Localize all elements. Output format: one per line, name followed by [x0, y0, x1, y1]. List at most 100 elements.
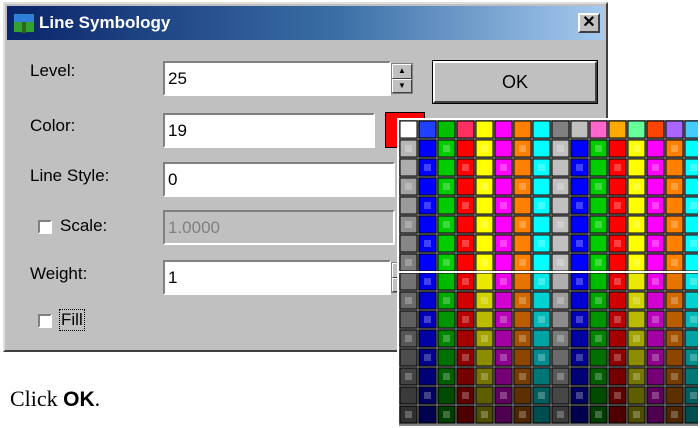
palette-cell[interactable] [608, 215, 627, 234]
palette-cell[interactable] [684, 367, 698, 386]
palette-cell[interactable] [627, 234, 646, 253]
palette-cell[interactable] [570, 215, 589, 234]
palette-cell[interactable] [684, 291, 698, 310]
palette-cell[interactable] [532, 215, 551, 234]
palette-cell[interactable] [608, 367, 627, 386]
palette-cell[interactable] [608, 253, 627, 272]
palette-cell[interactable] [627, 158, 646, 177]
palette-cell[interactable] [418, 215, 437, 234]
palette-cell[interactable] [399, 386, 418, 405]
palette-cell[interactable] [418, 139, 437, 158]
palette-cell[interactable] [589, 386, 608, 405]
palette-cell[interactable] [646, 329, 665, 348]
palette-cell[interactable] [456, 329, 475, 348]
palette-cell[interactable] [513, 120, 532, 139]
palette-cell[interactable] [475, 120, 494, 139]
palette-cell[interactable] [532, 139, 551, 158]
palette-cell[interactable] [475, 272, 494, 291]
palette-cell[interactable] [570, 291, 589, 310]
palette-cell[interactable] [589, 158, 608, 177]
palette-cell[interactable] [684, 120, 698, 139]
palette-cell[interactable] [475, 386, 494, 405]
palette-cell[interactable] [608, 139, 627, 158]
palette-cell[interactable] [437, 348, 456, 367]
palette-cell[interactable] [494, 291, 513, 310]
palette-cell[interactable] [494, 120, 513, 139]
palette-cell[interactable] [551, 348, 570, 367]
palette-cell[interactable] [608, 291, 627, 310]
line-style-select[interactable]: 0 [163, 162, 395, 197]
palette-cell[interactable] [589, 120, 608, 139]
palette-cell[interactable] [570, 253, 589, 272]
palette-cell[interactable] [589, 196, 608, 215]
palette-cell[interactable] [532, 405, 551, 424]
palette-cell[interactable] [456, 215, 475, 234]
palette-cell[interactable] [437, 120, 456, 139]
palette-cell[interactable] [399, 310, 418, 329]
palette-cell[interactable] [551, 272, 570, 291]
palette-cell[interactable] [437, 234, 456, 253]
palette-cell[interactable] [589, 272, 608, 291]
palette-cell[interactable] [475, 234, 494, 253]
palette-cell[interactable] [646, 367, 665, 386]
palette-cell[interactable] [399, 196, 418, 215]
palette-cell[interactable] [570, 405, 589, 424]
palette-cell[interactable] [646, 291, 665, 310]
palette-cell[interactable] [513, 386, 532, 405]
palette-cell[interactable] [551, 310, 570, 329]
palette-cell[interactable] [475, 158, 494, 177]
palette-cell[interactable] [494, 405, 513, 424]
palette-cell[interactable] [494, 139, 513, 158]
palette-cell[interactable] [456, 405, 475, 424]
weight-field[interactable]: 1 [163, 260, 391, 295]
palette-cell[interactable] [684, 405, 698, 424]
palette-cell[interactable] [627, 196, 646, 215]
palette-cell[interactable] [456, 367, 475, 386]
palette-cell[interactable] [437, 386, 456, 405]
palette-cell[interactable] [608, 329, 627, 348]
palette-cell[interactable] [665, 196, 684, 215]
palette-cell[interactable] [532, 329, 551, 348]
scale-checkbox[interactable] [38, 220, 52, 234]
palette-cell[interactable] [627, 348, 646, 367]
palette-cell[interactable] [437, 272, 456, 291]
palette-cell[interactable] [513, 196, 532, 215]
palette-cell[interactable] [418, 329, 437, 348]
palette-cell[interactable] [418, 177, 437, 196]
palette-cell[interactable] [456, 120, 475, 139]
palette-cell[interactable] [532, 253, 551, 272]
palette-cell[interactable] [589, 234, 608, 253]
palette-cell[interactable] [399, 120, 418, 139]
palette-cell[interactable] [684, 253, 698, 272]
palette-cell[interactable] [570, 120, 589, 139]
palette-cell[interactable] [665, 158, 684, 177]
color-palette-grid[interactable] [399, 120, 698, 426]
palette-cell[interactable] [513, 158, 532, 177]
palette-cell[interactable] [494, 329, 513, 348]
palette-cell[interactable] [589, 310, 608, 329]
palette-cell[interactable] [608, 177, 627, 196]
palette-cell[interactable] [570, 329, 589, 348]
palette-cell[interactable] [513, 234, 532, 253]
palette-cell[interactable] [684, 139, 698, 158]
palette-cell[interactable] [494, 177, 513, 196]
palette-cell[interactable] [456, 253, 475, 272]
palette-cell[interactable] [551, 158, 570, 177]
level-spinner[interactable]: ▲ ▼ [391, 63, 413, 94]
palette-cell[interactable] [418, 405, 437, 424]
palette-cell[interactable] [456, 177, 475, 196]
palette-cell[interactable] [646, 120, 665, 139]
palette-cell[interactable] [551, 196, 570, 215]
palette-cell[interactable] [437, 310, 456, 329]
palette-cell[interactable] [608, 405, 627, 424]
palette-cell[interactable] [665, 234, 684, 253]
palette-cell[interactable] [551, 386, 570, 405]
color-field[interactable]: 19 [163, 113, 375, 148]
palette-cell[interactable] [570, 177, 589, 196]
palette-cell[interactable] [513, 272, 532, 291]
palette-cell[interactable] [627, 272, 646, 291]
palette-cell[interactable] [589, 348, 608, 367]
palette-cell[interactable] [475, 348, 494, 367]
palette-cell[interactable] [646, 215, 665, 234]
palette-cell[interactable] [418, 120, 437, 139]
